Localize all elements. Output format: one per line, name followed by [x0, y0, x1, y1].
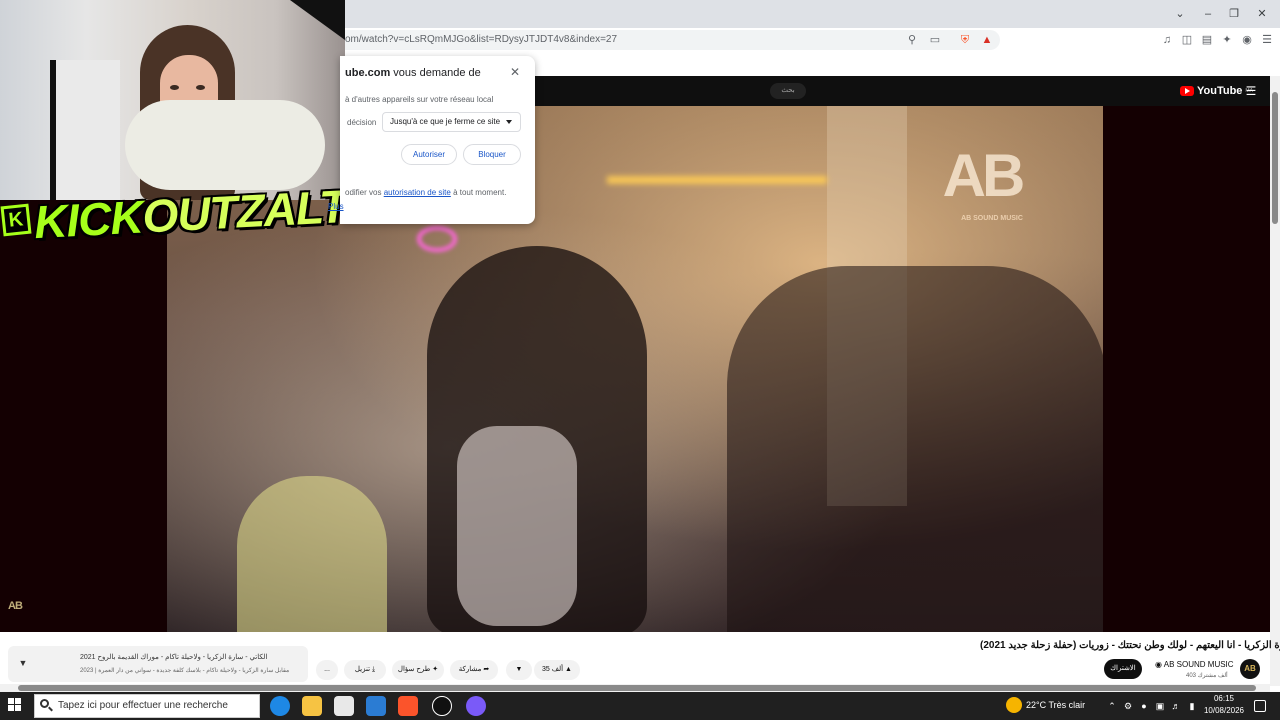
volume-icon[interactable]: ♬	[1170, 700, 1182, 712]
taskbar-search-placeholder[interactable]: Tapez ici pour effectuer une recherche	[58, 700, 228, 711]
media-icon[interactable]: ♫	[1160, 33, 1174, 47]
dislike-button[interactable]: ▼	[506, 660, 532, 680]
ask-label: طرح سؤال	[397, 666, 431, 673]
tab-search-icon[interactable]: ⌄	[1172, 6, 1188, 22]
video-ab-logo: AB AB SOUND MUSIC	[927, 136, 1037, 222]
sidebar-icon[interactable]: ◫	[1180, 33, 1194, 47]
battery-icon[interactable]: ▮	[1186, 700, 1198, 712]
video-ab-logo-subtitle: AB SOUND MUSIC	[961, 215, 1023, 222]
brave-shields-icon[interactable]: ⛨	[958, 33, 972, 47]
address-bar-url[interactable]: om/watch?v=cLsRQmMJGo&list=RDysyJTJDT4v8…	[345, 34, 617, 45]
vertical-scrollbar-thumb[interactable]	[1272, 92, 1278, 224]
more-actions-button[interactable]: ...	[316, 660, 338, 680]
channel-watermark[interactable]: AB	[8, 600, 28, 614]
channel-subscribers: 403 ألف مشترك	[1186, 673, 1228, 679]
wallet-icon[interactable]: ▤	[1200, 33, 1214, 47]
like-button[interactable]: 35 ألف ▲	[534, 660, 580, 680]
block-button[interactable]: Bloquer	[463, 144, 521, 165]
close-icon[interactable]: ✕	[508, 65, 522, 79]
video-dancer-shirt	[457, 426, 577, 626]
chevron-down-icon	[506, 120, 512, 124]
clock-date[interactable]: 10/08/2026	[1198, 706, 1250, 715]
leo-ai-icon[interactable]: ✦	[1220, 33, 1234, 47]
video-light-strip	[607, 176, 827, 184]
download-button[interactable]: تنزيل ⤓	[344, 660, 386, 680]
permission-duration-select[interactable]: Jusqu'à ce que je ferme ce site	[382, 112, 521, 132]
mail-icon[interactable]	[366, 696, 386, 716]
horizontal-scrollbar-thumb[interactable]	[18, 685, 1256, 691]
minimize-button[interactable]: –	[1200, 6, 1216, 22]
webcam-corner	[290, 0, 345, 40]
video-pink-light	[417, 226, 457, 252]
channel-name[interactable]: ◉ AB SOUND MUSIC	[1155, 660, 1234, 669]
notification-icon[interactable]	[1254, 700, 1266, 712]
more-link[interactable]: Plus	[328, 202, 344, 211]
kick-banner-text: KICKOUTZALT	[33, 179, 348, 249]
brave-rewards-icon[interactable]: ▲	[980, 33, 994, 47]
kick-word: KICK	[32, 190, 144, 249]
obs-icon[interactable]	[432, 696, 452, 716]
allow-button[interactable]: Autoriser	[401, 144, 457, 165]
streamer-name: OUTZALT	[141, 179, 348, 243]
download-label: تنزيل	[354, 666, 371, 673]
playlist-title: 2021 الكاتي - سارة الزكريا - ولاحيلة تاك…	[80, 654, 268, 661]
restore-button[interactable]: ❐	[1226, 6, 1242, 22]
windows-start-icon[interactable]	[8, 698, 22, 712]
vpn-icon[interactable]: ◉	[1240, 33, 1254, 47]
share-icon: ➦	[483, 666, 490, 673]
cast-icon[interactable]: ▭	[928, 33, 942, 47]
youtube-search-box[interactable]: بحث	[770, 83, 806, 99]
streamer-eye	[170, 85, 179, 90]
clock-time[interactable]: 06:15	[1206, 694, 1242, 703]
file-explorer-icon[interactable]	[302, 696, 322, 716]
thumbs-down-icon: ▼	[515, 666, 523, 673]
permission-decision-label: décision	[347, 118, 377, 127]
permission-popup-title: ube.com vous demande de	[345, 67, 481, 79]
permission-request-text: vous demande de	[390, 67, 481, 79]
menu-icon[interactable]: ☰	[1260, 33, 1274, 47]
verified-icon: ◉	[1155, 660, 1162, 669]
video-crowd	[727, 266, 1103, 632]
site-permissions-link[interactable]: autorisation de site	[384, 188, 451, 197]
subscribe-button[interactable]: الاشتراك	[1104, 659, 1142, 679]
permission-popup	[340, 56, 535, 224]
like-count: 35 ألف	[542, 666, 564, 673]
thumbs-up-icon: ▲	[565, 666, 572, 673]
tray-chevron-icon[interactable]: ⌃	[1106, 700, 1118, 712]
store-icon[interactable]	[334, 696, 354, 716]
edge-icon[interactable]	[270, 696, 290, 716]
search-icon	[40, 699, 54, 713]
youtube-logo-text: YouTube	[1197, 85, 1243, 97]
download-icon: ⤓	[372, 666, 376, 673]
kick-banner: K KICKOUTZALT	[0, 165, 348, 260]
kick-k-icon: K	[0, 203, 32, 237]
brave-icon[interactable]	[398, 696, 418, 716]
share-label: مشاركة	[458, 666, 482, 673]
permission-site: ube.com	[345, 67, 391, 79]
youtube-menu-icon[interactable]: ☰	[1244, 84, 1258, 98]
app-icon[interactable]	[466, 696, 486, 716]
sparkle-icon: ✦	[432, 666, 439, 673]
permission-footer: odifier vos autorisation de site à tout …	[345, 188, 507, 197]
weather-text[interactable]: 22°C Très clair	[1026, 700, 1085, 710]
streamer-eye	[196, 85, 205, 90]
video-seated-person	[237, 476, 387, 632]
weather-icon[interactable]	[1006, 697, 1022, 713]
playlist-panel[interactable]	[8, 646, 308, 682]
network-icon[interactable]: ▣	[1154, 700, 1166, 712]
ask-button[interactable]: طرح سؤال ✦	[392, 660, 444, 680]
video-title: سارة الزكريا - انا اليعتهم - لولك وطن نح…	[980, 640, 1280, 651]
playlist-subtitle: 2023 | مقابل سارة الزكريا - ولاحيلة تاكا…	[80, 668, 290, 674]
channel-avatar[interactable]: AB	[1240, 659, 1260, 679]
youtube-play-icon	[1180, 86, 1194, 96]
permission-description: à d'autres appareils sur votre réseau lo…	[345, 95, 494, 104]
close-window-button[interactable]: ✕	[1254, 6, 1270, 22]
microphone-icon[interactable]: ●	[1138, 700, 1150, 712]
zoom-icon[interactable]: ⚲	[905, 33, 919, 47]
chevron-down-icon[interactable]: ▼	[16, 658, 30, 670]
share-button[interactable]: مشاركة ➦	[450, 660, 498, 680]
permission-duration-value: Jusqu'à ce que je ferme ce site	[390, 117, 501, 126]
usb-icon[interactable]: ⚙	[1122, 700, 1134, 712]
youtube-logo[interactable]: YouTube MA	[1180, 83, 1253, 99]
